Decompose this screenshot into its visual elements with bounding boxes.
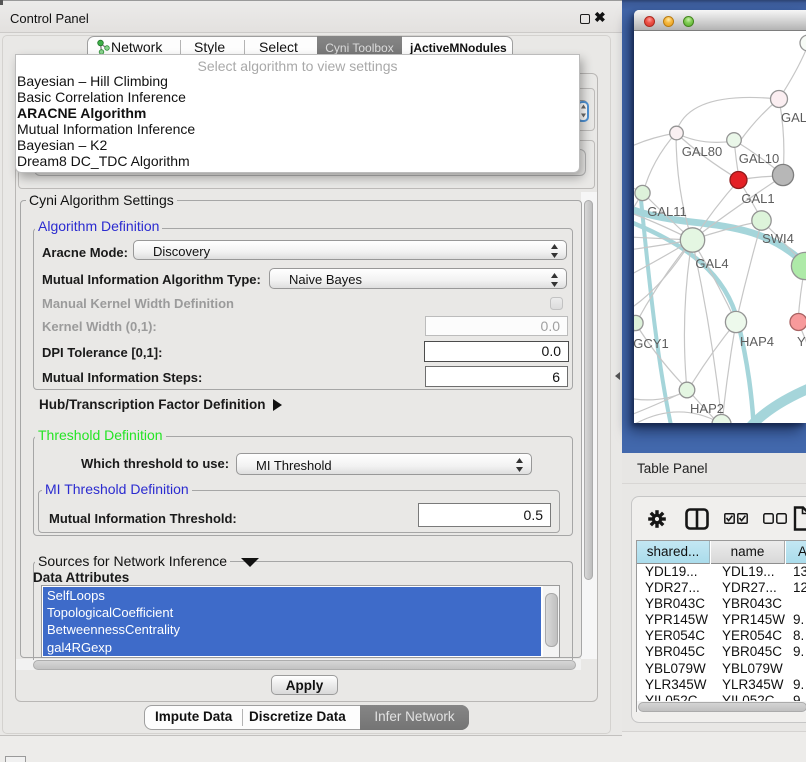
svg-text:SWI4: SWI4	[762, 231, 794, 246]
svg-text:GAL11: GAL11	[647, 204, 687, 219]
svg-text:GAL80: GAL80	[682, 144, 722, 159]
svg-text:YD: YD	[797, 334, 806, 349]
svg-text:GAL2: GAL2	[781, 110, 806, 125]
svg-text:GAL10: GAL10	[739, 151, 779, 166]
svg-text:HAP2: HAP2	[690, 401, 724, 416]
svg-text:GAL4: GAL4	[695, 256, 728, 271]
svg-text:GAL1: GAL1	[741, 191, 774, 206]
svg-text:GCY1: GCY1	[634, 336, 669, 351]
svg-text:HAP4: HAP4	[740, 334, 774, 349]
